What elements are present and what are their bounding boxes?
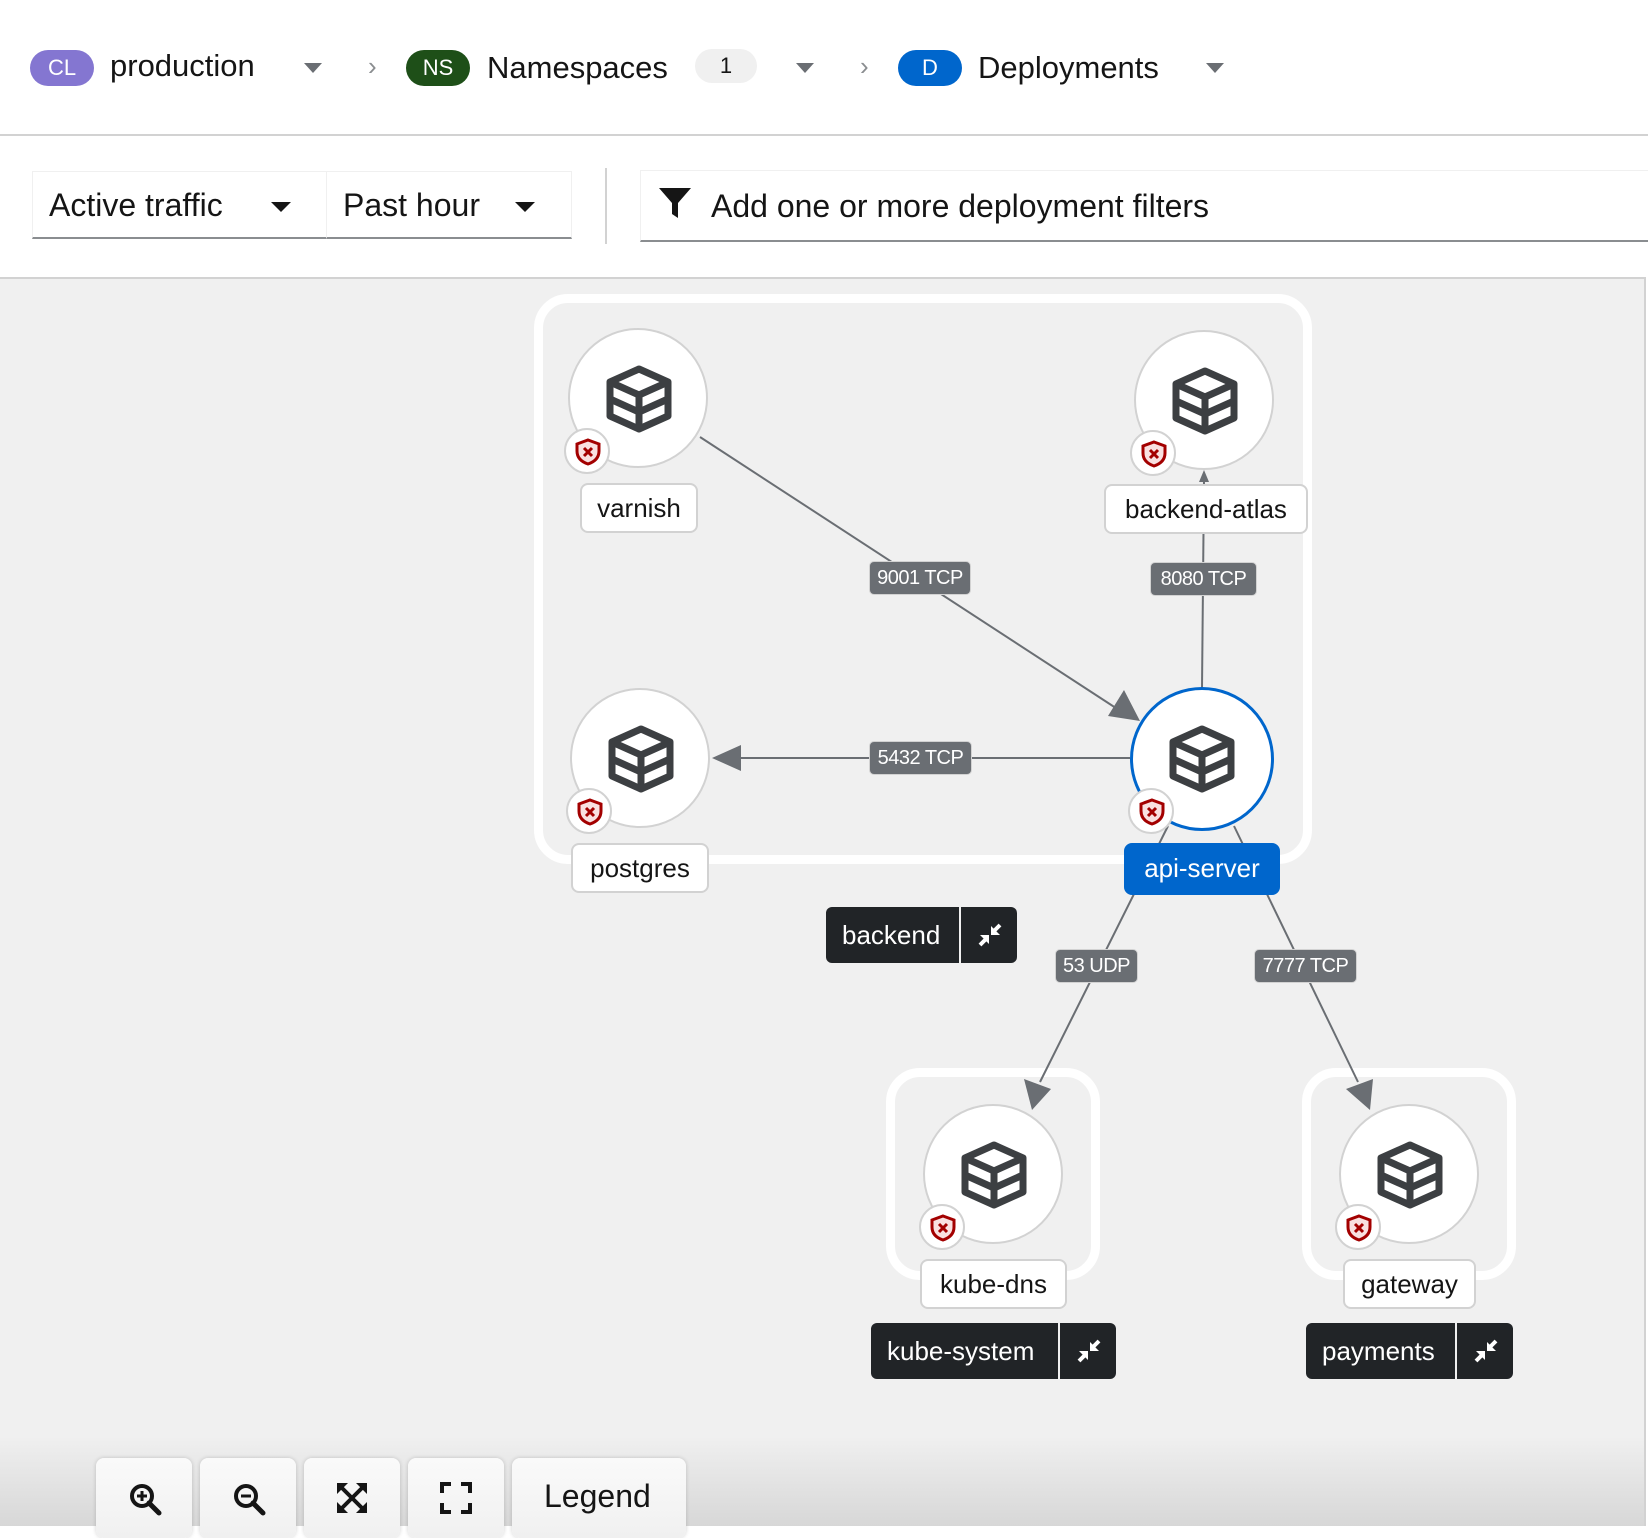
shield-x-icon: [1346, 1214, 1372, 1242]
policy-badge-postgres[interactable]: [566, 788, 612, 834]
deployment-cube-icon: [606, 365, 672, 433]
deployment-cube-icon: [961, 1141, 1027, 1209]
deployment-cube-icon: [1377, 1141, 1443, 1209]
collapse-icon: [978, 923, 1002, 947]
policy-badge-kube-dns[interactable]: [919, 1204, 965, 1250]
node-label-postgres[interactable]: postgres: [571, 843, 709, 893]
collapse-group-button[interactable]: [1058, 1323, 1116, 1379]
collapse-group-button[interactable]: [1455, 1323, 1513, 1379]
deployment-cube-icon: [608, 725, 674, 793]
zoom-out-button[interactable]: [200, 1458, 296, 1538]
group-tag-payments[interactable]: payments: [1306, 1323, 1513, 1379]
edge-arrowhead: [712, 745, 741, 771]
collapse-icon: [1077, 1339, 1101, 1363]
edge-label-53-udp[interactable]: 53 UDP: [1055, 949, 1138, 983]
group-tag-backend[interactable]: backend: [826, 907, 1017, 963]
edge-label-7777-tcp[interactable]: 7777 TCP: [1254, 949, 1357, 983]
node-label-backend-atlas[interactable]: backend-atlas: [1104, 484, 1308, 534]
zoom-in-button[interactable]: [96, 1458, 192, 1538]
collapse-group-button[interactable]: [959, 907, 1017, 963]
group-tag-label: payments: [1322, 1336, 1435, 1366]
group-tag-label: backend: [842, 920, 941, 950]
node-label-gateway[interactable]: gateway: [1343, 1259, 1476, 1309]
node-label-kube-dns[interactable]: kube-dns: [920, 1259, 1067, 1309]
fit-to-screen-button[interactable]: [304, 1458, 400, 1538]
shield-x-icon: [1141, 440, 1167, 468]
policy-badge-backend-atlas[interactable]: [1130, 430, 1176, 476]
edge-arrowhead: [1346, 1079, 1373, 1110]
edge-arrowhead: [1024, 1079, 1051, 1110]
node-label-varnish[interactable]: varnish: [580, 483, 698, 533]
policy-badge-varnish[interactable]: [564, 428, 610, 474]
reset-view-button[interactable]: [408, 1458, 504, 1538]
shield-x-icon: [930, 1214, 956, 1242]
edge-arrowhead: [1199, 470, 1209, 482]
edge-label-9001-tcp[interactable]: 9001 TCP: [869, 561, 971, 595]
shield-x-icon: [575, 438, 601, 466]
collapse-icon: [1474, 1339, 1498, 1363]
zoom-in-icon: [130, 1484, 162, 1516]
group-tag-label: kube-system: [887, 1336, 1035, 1366]
edge-label-8080-tcp[interactable]: 8080 TCP: [1150, 562, 1257, 596]
deployment-cube-icon: [1169, 725, 1235, 793]
legend-button-label: Legend: [544, 1478, 651, 1514]
shield-x-icon: [577, 798, 603, 826]
node-label-api-server[interactable]: api-server: [1124, 843, 1280, 895]
edge-label-5432-tcp[interactable]: 5432 TCP: [869, 741, 972, 775]
group-tag-kube-system[interactable]: kube-system: [871, 1323, 1116, 1379]
policy-badge-gateway[interactable]: [1335, 1204, 1381, 1250]
deployment-cube-icon: [1172, 367, 1238, 435]
reset-view-icon: [440, 1482, 472, 1514]
fit-to-screen-icon: [337, 1483, 367, 1513]
zoom-out-icon: [234, 1484, 266, 1516]
policy-badge-api-server[interactable]: [1128, 788, 1174, 834]
legend-button[interactable]: Legend: [512, 1458, 686, 1538]
shield-x-icon: [1139, 798, 1165, 826]
